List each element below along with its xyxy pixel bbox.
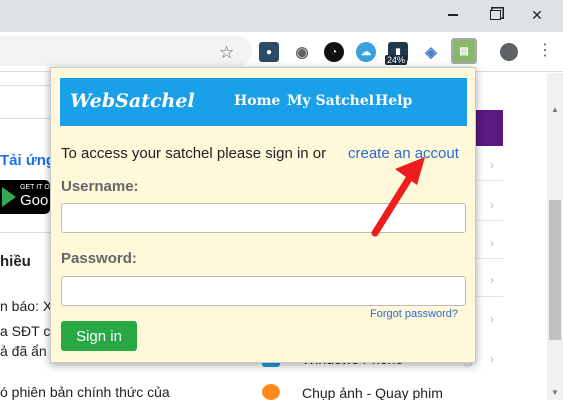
spy-extension-icon[interactable]: ● [259, 42, 279, 62]
camera-extension-icon[interactable]: ◉ [292, 42, 312, 62]
username-label: Username: [61, 178, 139, 195]
divider [0, 118, 50, 119]
profile-avatar-icon[interactable] [500, 43, 518, 61]
cloud-extension-icon[interactable]: ☁ [356, 42, 376, 62]
sign-in-button[interactable]: Sign in [61, 321, 137, 351]
browser-toolbar [0, 32, 563, 72]
popup-header: WebSatchel Home My Satchel Help [60, 78, 467, 126]
maximize-icon[interactable] [482, 4, 508, 26]
annotation-arrow-shaft [371, 173, 414, 237]
brand-logo: WebSatchel [70, 90, 195, 112]
address-bar[interactable] [0, 36, 252, 66]
divider [0, 85, 50, 86]
scrollbar-thumb[interactable] [549, 200, 561, 340]
section-heading: hiều [0, 253, 31, 270]
google-play-label: Goo [20, 192, 49, 209]
title-bar [0, 0, 563, 32]
sign-in-prompt: To access your satchel please sign in or [61, 145, 327, 162]
divider [475, 296, 503, 297]
bookmark-star-icon[interactable]: ☆ [219, 43, 234, 63]
websatchel-extension-icon[interactable]: ▤ [451, 38, 477, 64]
annotation-arrow-icon [371, 157, 425, 237]
divider [475, 258, 503, 259]
forgot-password-link[interactable]: Forgot password? [370, 308, 458, 320]
article-line[interactable]: a SĐT c [0, 323, 50, 339]
minimize-icon[interactable] [440, 4, 466, 26]
scroll-up-icon[interactable]: ▲ [551, 105, 559, 114]
media-extension-icon[interactable]: ◔ [324, 42, 344, 62]
category-header-bar [475, 110, 503, 146]
nav-home-link[interactable]: Home [234, 93, 280, 109]
chevron-right-icon: › [490, 312, 494, 326]
nav-help-link[interactable]: Help [375, 93, 412, 109]
nav-my-satchel-link[interactable]: My Satchel [287, 93, 374, 109]
camera-category-icon [262, 384, 280, 400]
chevron-right-icon: › [490, 236, 494, 250]
article-line[interactable]: ó phiên bản chính thức của [0, 384, 170, 400]
password-input[interactable] [61, 276, 466, 306]
divider [475, 180, 503, 181]
article-line[interactable]: n báo: X [0, 298, 52, 314]
close-icon[interactable]: ✕ [524, 4, 550, 26]
chevron-right-icon: › [490, 273, 494, 287]
chevron-right-icon: › [490, 352, 494, 366]
extension-badge: 24% [385, 55, 408, 65]
browser-menu-icon[interactable]: ⋮ [537, 42, 553, 60]
divider [0, 232, 50, 233]
app-download-heading: Tải ứng [0, 152, 56, 169]
chevron-right-icon: › [490, 158, 494, 172]
chevron-right-icon: › [490, 198, 494, 212]
layers-extension-icon[interactable]: ◈ [421, 42, 441, 62]
divider [475, 220, 503, 221]
password-label: Password: [61, 250, 137, 267]
scroll-down-icon[interactable]: ▼ [551, 388, 559, 397]
category-photo-video[interactable]: Chụp ảnh - Quay phim [302, 385, 443, 400]
google-play-icon [2, 187, 16, 207]
